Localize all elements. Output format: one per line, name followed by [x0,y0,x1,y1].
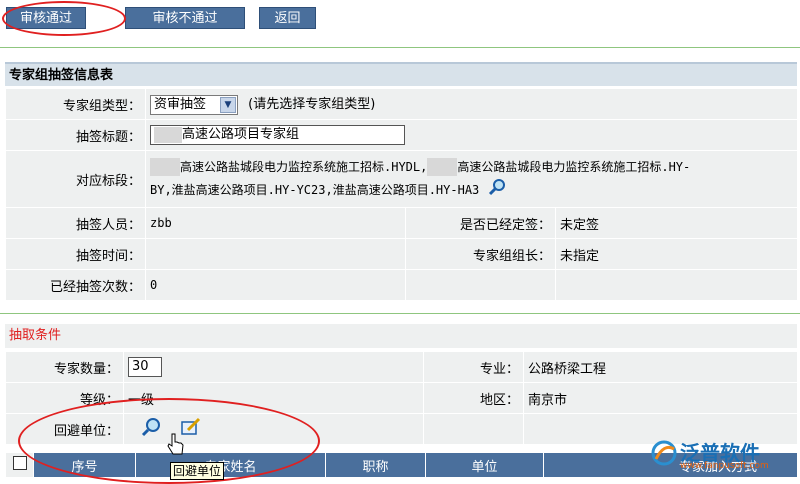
row-draw-time: 抽签时间： 专家组组长： 未指定 [5,238,799,270]
draw-time-label: 抽签时间： [5,238,146,270]
redacted-block [427,158,458,176]
top-divider [0,47,800,48]
major-value: 公路桥梁工程 [523,351,798,383]
count-label: 专家数量： [5,351,124,383]
chevron-down-icon[interactable]: ▼ [220,96,236,113]
region-value: 南京市 [523,382,798,414]
leader-label: 专家组组长： [405,238,556,270]
search-icon[interactable] [140,417,162,441]
conditions-table: 专家数量： 30 专业： 公路桥梁工程 等级： 一级 地区： 南京市 回避单位： [5,351,798,445]
group-type-select[interactable]: 资审抽签 ▼ [150,94,238,115]
draw-count-value: 0 [145,269,406,301]
brand-logo: 泛普软件 www.fanpusoft.com [650,437,790,473]
group-type-value: 资审抽签 [154,96,207,112]
row-sections: 对应标段： 高速公路盐城段电力监控系统施工招标.HYDL, 高速公路盐城段电力监控… [5,150,799,208]
signed-value: 未定签 [554,207,799,239]
row-draw-count: 已经抽签次数： 0 [5,269,799,301]
drawer-label: 抽签人员： [5,207,146,239]
row-drawer: 抽签人员： zbb 是否已经定签： 未定签 [5,207,799,239]
sections-text-c: BY,淮盐高速公路项目.HY-YC23,淮盐高速公路项目.HY-HA3 [150,182,480,197]
tooltip: 回避单位 [170,462,225,480]
draw-count-label: 已经抽签次数： [5,269,146,301]
reject-button[interactable]: 审核不通过 [125,7,245,29]
region-label: 地区： [423,382,524,414]
row-group-type: 专家组类型： 资审抽签 ▼ (请先选择专家组类型) [5,88,799,120]
draw-title-input[interactable]: 高速公路项目专家组 [150,125,405,145]
mid-divider [0,313,800,314]
info-table: 专家组类型： 资审抽签 ▼ (请先选择专家组类型) 抽签标题： 高速公路项目专家组… [5,88,799,301]
row-level-region: 等级： 一级 地区： 南京市 [5,382,798,414]
select-all-checkbox[interactable] [5,452,34,478]
major-label: 专业： [423,351,524,383]
drawer-value: zbb [145,207,406,239]
col-header-title[interactable]: 职称 [325,452,426,478]
logo-icon [651,440,677,466]
col-header-index[interactable]: 序号 [33,452,136,478]
draw-title-label: 抽签标题： [5,119,146,151]
group-type-label: 专家组类型： [5,88,146,120]
logo-url: www.fanpusoft.com [680,461,769,471]
sections-text-a: 高速公路盐城段电力监控系统施工招标.HYDL, [180,159,428,174]
row-count-major: 专家数量： 30 专业： 公路桥梁工程 [5,351,798,383]
info-section-title: 专家组抽签信息表 [5,62,797,86]
sections-text-b: 高速公路盐城段电力监控系统施工招标.HY- [457,159,691,174]
avoid-label: 回避单位： [5,413,124,445]
col-header-org[interactable]: 单位 [425,452,544,478]
group-type-hint: (请先选择专家组类型) [248,97,376,113]
draw-time-value [145,238,406,270]
row-draw-title: 抽签标题： 高速公路项目专家组 [5,119,799,151]
sections-label: 对应标段： [5,150,146,208]
approve-button[interactable]: 审核通过 [6,7,86,29]
hand-cursor-icon [166,432,186,460]
draw-title-value: 高速公路项目专家组 [182,127,300,142]
search-icon[interactable] [487,178,507,203]
count-input[interactable]: 30 [128,357,162,377]
toolbar: 审核通过 审核不通过 返回 [0,0,800,40]
redacted-block [154,126,182,143]
col-header-name[interactable]: 专家姓名 [135,452,326,478]
level-label: 等级： [5,382,124,414]
signed-label: 是否已经定签： [405,207,556,239]
back-button[interactable]: 返回 [259,7,316,29]
level-value: 一级 [123,382,424,414]
leader-value: 未指定 [554,238,799,270]
redacted-block [150,158,180,176]
conditions-title: 抽取条件 [5,324,797,348]
